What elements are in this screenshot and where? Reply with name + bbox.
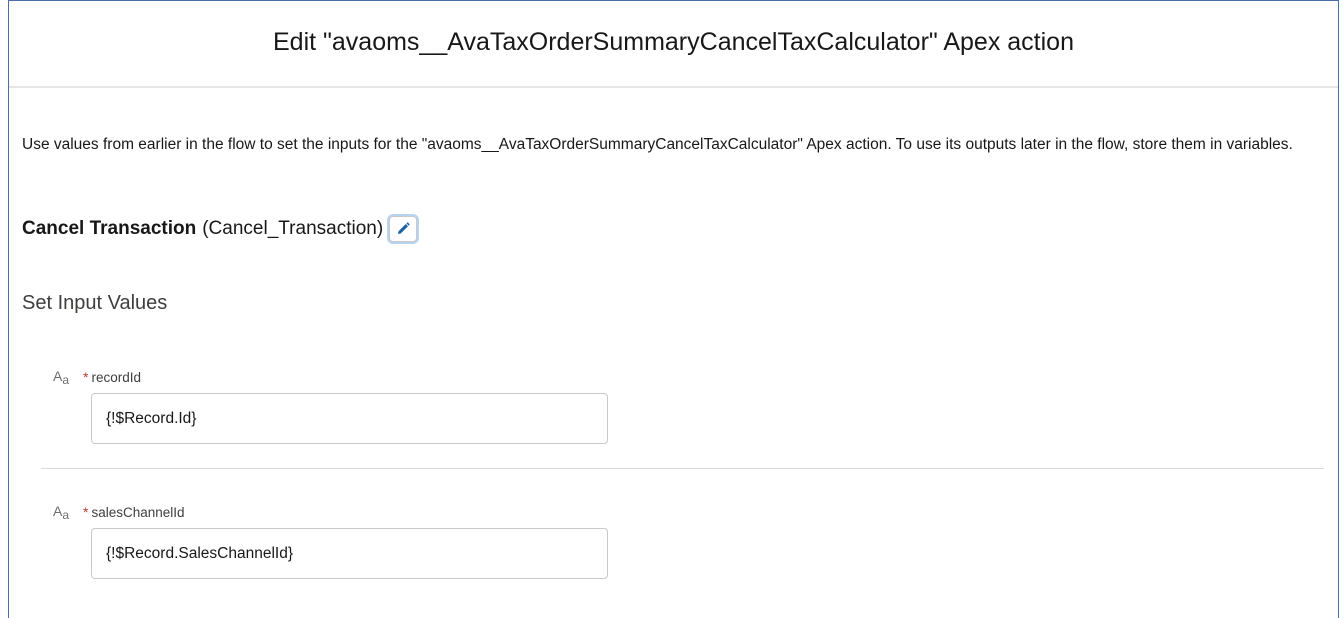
required-marker: * <box>83 369 89 385</box>
modal-title: Edit "avaoms__AvaTaxOrderSummaryCancelTa… <box>273 27 1074 56</box>
description-text: Use values from earlier in the flow to s… <box>22 136 1293 153</box>
element-api-name: (Cancel_Transaction) <box>202 218 384 239</box>
edit-label-button[interactable] <box>389 216 418 242</box>
param-label-row: Aa * recordId <box>53 365 608 387</box>
element-label: Cancel Transaction <box>22 218 197 239</box>
element-name-row: Cancel Transaction (Cancel_Transaction) <box>22 216 418 242</box>
param-label-row: Aa * salesChannelId <box>53 500 608 522</box>
required-marker: * <box>83 504 89 520</box>
modal-header: Edit "avaoms__AvaTaxOrderSummaryCancelTa… <box>9 1 1338 88</box>
sales-channel-id-input[interactable] <box>91 528 608 579</box>
text-type-icon: Aa <box>53 503 70 522</box>
param-label: recordId <box>91 370 141 385</box>
param-divider <box>41 468 1324 469</box>
set-input-values-title: Set Input Values <box>22 292 168 314</box>
pencil-icon <box>398 222 410 234</box>
param-sales-channel-id: Aa * salesChannelId <box>53 500 608 579</box>
param-record-id: Aa * recordId <box>53 365 608 444</box>
record-id-input[interactable] <box>91 393 608 444</box>
text-type-icon: Aa <box>53 368 70 387</box>
edit-apex-action-modal: Edit "avaoms__AvaTaxOrderSummaryCancelTa… <box>8 0 1339 618</box>
param-label: salesChannelId <box>91 505 185 520</box>
